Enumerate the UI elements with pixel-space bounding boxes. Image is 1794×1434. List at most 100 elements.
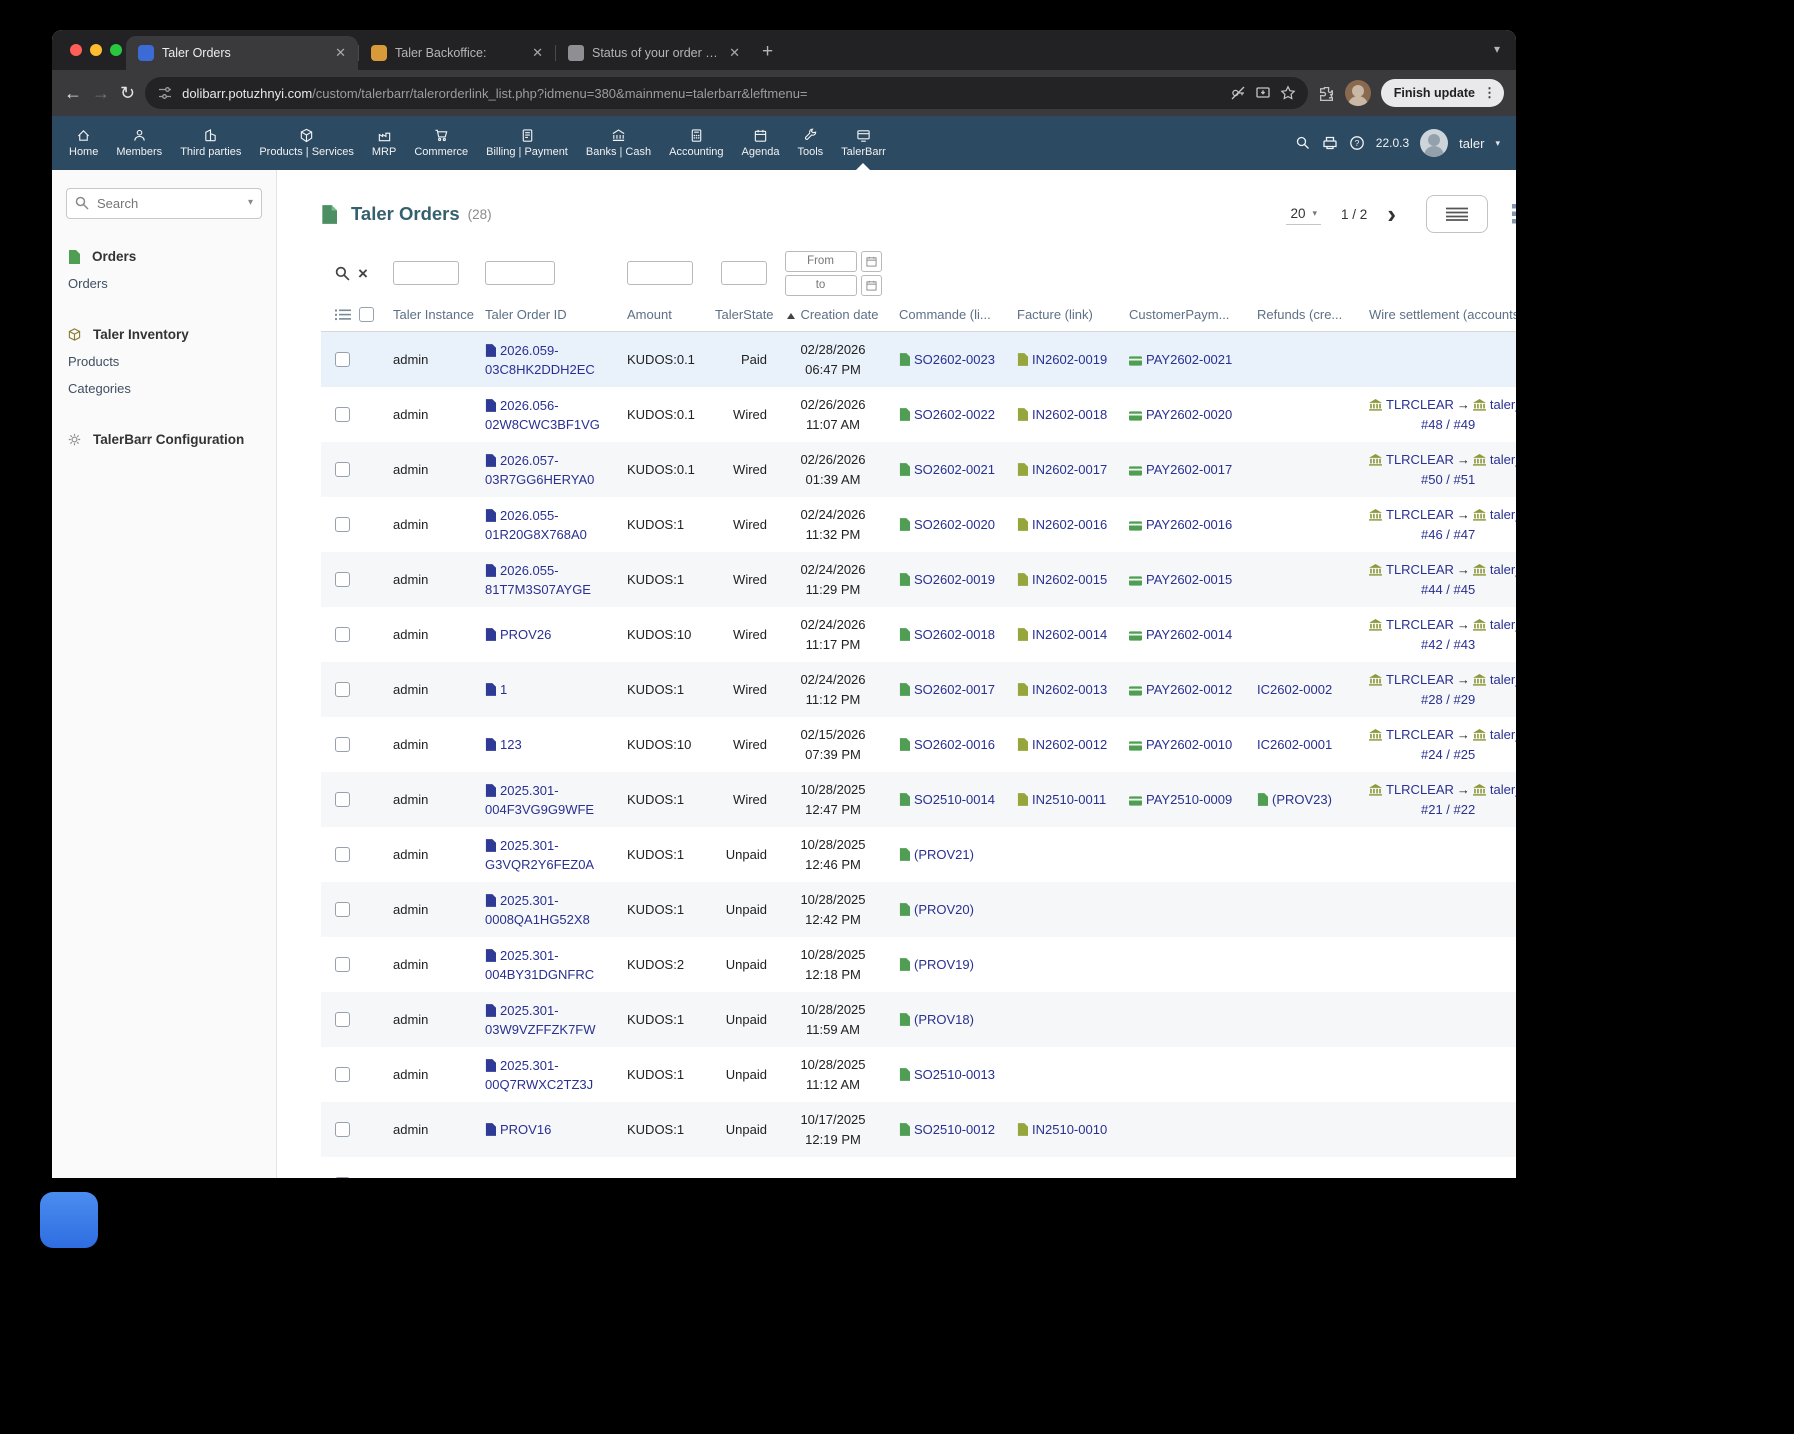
facture-link[interactable]: IN2602-0016	[1032, 517, 1107, 532]
order-id-link[interactable]: 2025.301-00Q7RWXC2TZ3J	[485, 1058, 593, 1092]
refund-link[interactable]: IC2602-0002	[1257, 682, 1332, 697]
commande-link[interactable]: (PROV20)	[914, 902, 974, 917]
facture-link[interactable]: IN2602-0017	[1032, 462, 1107, 477]
wire-source-link[interactable]: TLRCLEAR	[1386, 782, 1454, 797]
translate-disabled-icon[interactable]	[1230, 85, 1246, 101]
payment-link[interactable]: PAY2602-0012	[1146, 682, 1232, 697]
row-checkbox[interactable]	[335, 1012, 350, 1027]
commande-link[interactable]: (PROV21)	[914, 847, 974, 862]
user-avatar[interactable]	[1420, 129, 1448, 157]
row-checkbox[interactable]	[335, 957, 350, 972]
payment-link[interactable]: PAY2602-0016	[1146, 517, 1232, 532]
commande-link[interactable]: SO2602-0017	[914, 682, 995, 697]
commande-link[interactable]: SO2602-0018	[914, 627, 995, 642]
clear-filter-icon[interactable]: ×	[358, 265, 368, 282]
commande-link[interactable]: (PROV19)	[914, 957, 974, 972]
select-list-icon[interactable]	[335, 309, 351, 321]
refund-link[interactable]: (PROV23)	[1272, 792, 1332, 807]
payment-link[interactable]: PAY2602-0014	[1146, 627, 1232, 642]
order-id-link[interactable]: 123	[500, 737, 522, 752]
row-checkbox[interactable]	[335, 462, 350, 477]
dock-app-icon[interactable]	[40, 1192, 98, 1248]
commande-link[interactable]: SO2602-0016	[914, 737, 995, 752]
filter-date-to-input[interactable]	[785, 275, 857, 296]
wire-refs-link[interactable]: #46 / #47	[1421, 527, 1475, 542]
wire-source-link[interactable]: TLRCLEAR	[1386, 507, 1454, 522]
tab-search-icon[interactable]: ▾	[1494, 42, 1500, 56]
wire-destination-link[interactable]: taler_te	[1490, 782, 1516, 797]
wire-source-link[interactable]: TLRCLEAR	[1386, 562, 1454, 577]
nav-item-billing-payment[interactable]: Billing | Payment	[477, 116, 577, 170]
row-checkbox[interactable]	[335, 1067, 350, 1082]
facture-link[interactable]: IN2602-0018	[1032, 407, 1107, 422]
nav-item-banks-cash[interactable]: Banks | Cash	[577, 116, 660, 170]
order-id-link[interactable]: PROV16	[500, 1122, 551, 1137]
facture-link[interactable]: IN2510-0011	[1032, 792, 1106, 807]
new-tab-button[interactable]: +	[762, 41, 773, 63]
col-wire-settlement[interactable]: Wire settlement (accounts	[1361, 305, 1516, 325]
filter-state-input[interactable]	[721, 261, 767, 285]
payment-link[interactable]: PAY2602-0015	[1146, 572, 1232, 587]
orders-section-heading[interactable]: Orders	[52, 245, 276, 270]
wire-destination-link[interactable]: taler_te	[1490, 617, 1516, 632]
calendar-icon[interactable]	[861, 275, 882, 296]
list-view-button[interactable]	[1426, 195, 1488, 233]
order-id-link[interactable]: 2025.301-03W9VZFFZK7FW	[485, 1003, 596, 1037]
commande-link[interactable]: (PROV18)	[914, 1012, 974, 1027]
wire-destination-link[interactable]: taler_te	[1490, 562, 1516, 577]
facture-link[interactable]: IN2602-0019	[1032, 352, 1107, 367]
col-taler-order-id[interactable]: Taler Order ID	[477, 305, 619, 324]
tab-close-icon[interactable]: ✕	[333, 45, 348, 61]
user-name[interactable]: taler	[1459, 136, 1484, 151]
tab-taler-orders[interactable]: Taler Orders ✕	[126, 36, 358, 70]
wire-refs-link[interactable]: #48 / #49	[1421, 417, 1475, 432]
maximize-window-button[interactable]	[110, 44, 122, 56]
grid-view-icon[interactable]	[1512, 204, 1516, 224]
row-checkbox[interactable]	[335, 737, 350, 752]
filter-order-id-input[interactable]	[485, 261, 555, 285]
commande-link[interactable]: SO2510-0011	[914, 1177, 994, 1178]
order-id-link[interactable]: 2025.301-004F3VG9G9WFE	[485, 783, 594, 817]
back-button[interactable]: ←	[64, 84, 82, 102]
filter-amount-input[interactable]	[627, 261, 693, 285]
filter-date-from-input[interactable]	[785, 251, 857, 272]
sidebar-link-orders[interactable]: Orders	[52, 270, 276, 297]
col-customer-payment[interactable]: CustomerPaym...	[1121, 307, 1249, 322]
row-checkbox[interactable]	[335, 902, 350, 917]
order-id-link[interactable]: PROV26	[500, 627, 551, 642]
order-id-link[interactable]: 2026.055-01R20G8X768A0	[485, 508, 587, 542]
url-bar[interactable]: dolibarr.potuzhnyi.com/custom/talerbarr/…	[145, 77, 1308, 109]
minimize-window-button[interactable]	[90, 44, 102, 56]
col-facture[interactable]: Facture (link)	[1009, 307, 1121, 322]
payment-link[interactable]: PAY2602-0010	[1146, 737, 1232, 752]
browser-profile-avatar[interactable]	[1345, 80, 1371, 106]
payment-link[interactable]: PAY2602-0017	[1146, 462, 1232, 477]
config-section-heading[interactable]: TalerBarr Configuration	[52, 428, 276, 453]
payment-link[interactable]: PAY2602-0021	[1146, 352, 1232, 367]
commande-link[interactable]: SO2510-0012	[914, 1122, 995, 1137]
page-size-select[interactable]: 20 ▾	[1286, 203, 1321, 225]
tab-close-icon[interactable]: ✕	[727, 45, 742, 61]
row-checkbox[interactable]	[335, 572, 350, 587]
install-app-icon[interactable]	[1255, 85, 1271, 101]
select-all-checkbox[interactable]	[359, 307, 374, 322]
order-id-link[interactable]: 2025.301-0008QA1HG52X8	[485, 893, 590, 927]
tab-close-icon[interactable]: ✕	[530, 45, 545, 61]
close-window-button[interactable]	[70, 44, 82, 56]
row-checkbox[interactable]	[335, 1177, 350, 1178]
browser-menu-icon[interactable]: ⋮	[1483, 85, 1496, 101]
nav-item-home[interactable]: Home	[60, 116, 107, 170]
bookmark-star-icon[interactable]	[1280, 85, 1296, 101]
order-id-link[interactable]: 2026.057-03R7GG6HERYA0	[485, 453, 594, 487]
wire-source-link[interactable]: TLRCLEAR	[1386, 727, 1454, 742]
sidebar-search-input[interactable]	[66, 188, 262, 219]
col-commande[interactable]: Commande (li...	[891, 307, 1009, 322]
col-refunds[interactable]: Refunds (cre...	[1249, 307, 1361, 322]
order-id-link[interactable]: PROV15	[500, 1177, 551, 1178]
nav-item-products-services[interactable]: Products | Services	[250, 116, 363, 170]
forward-button[interactable]: →	[92, 84, 110, 102]
nav-item-members[interactable]: Members	[107, 116, 171, 170]
sidebar-link-categories[interactable]: Categories	[52, 375, 276, 402]
user-menu-caret-icon[interactable]: ▾	[1495, 138, 1500, 149]
commande-link[interactable]: SO2602-0021	[914, 462, 995, 477]
